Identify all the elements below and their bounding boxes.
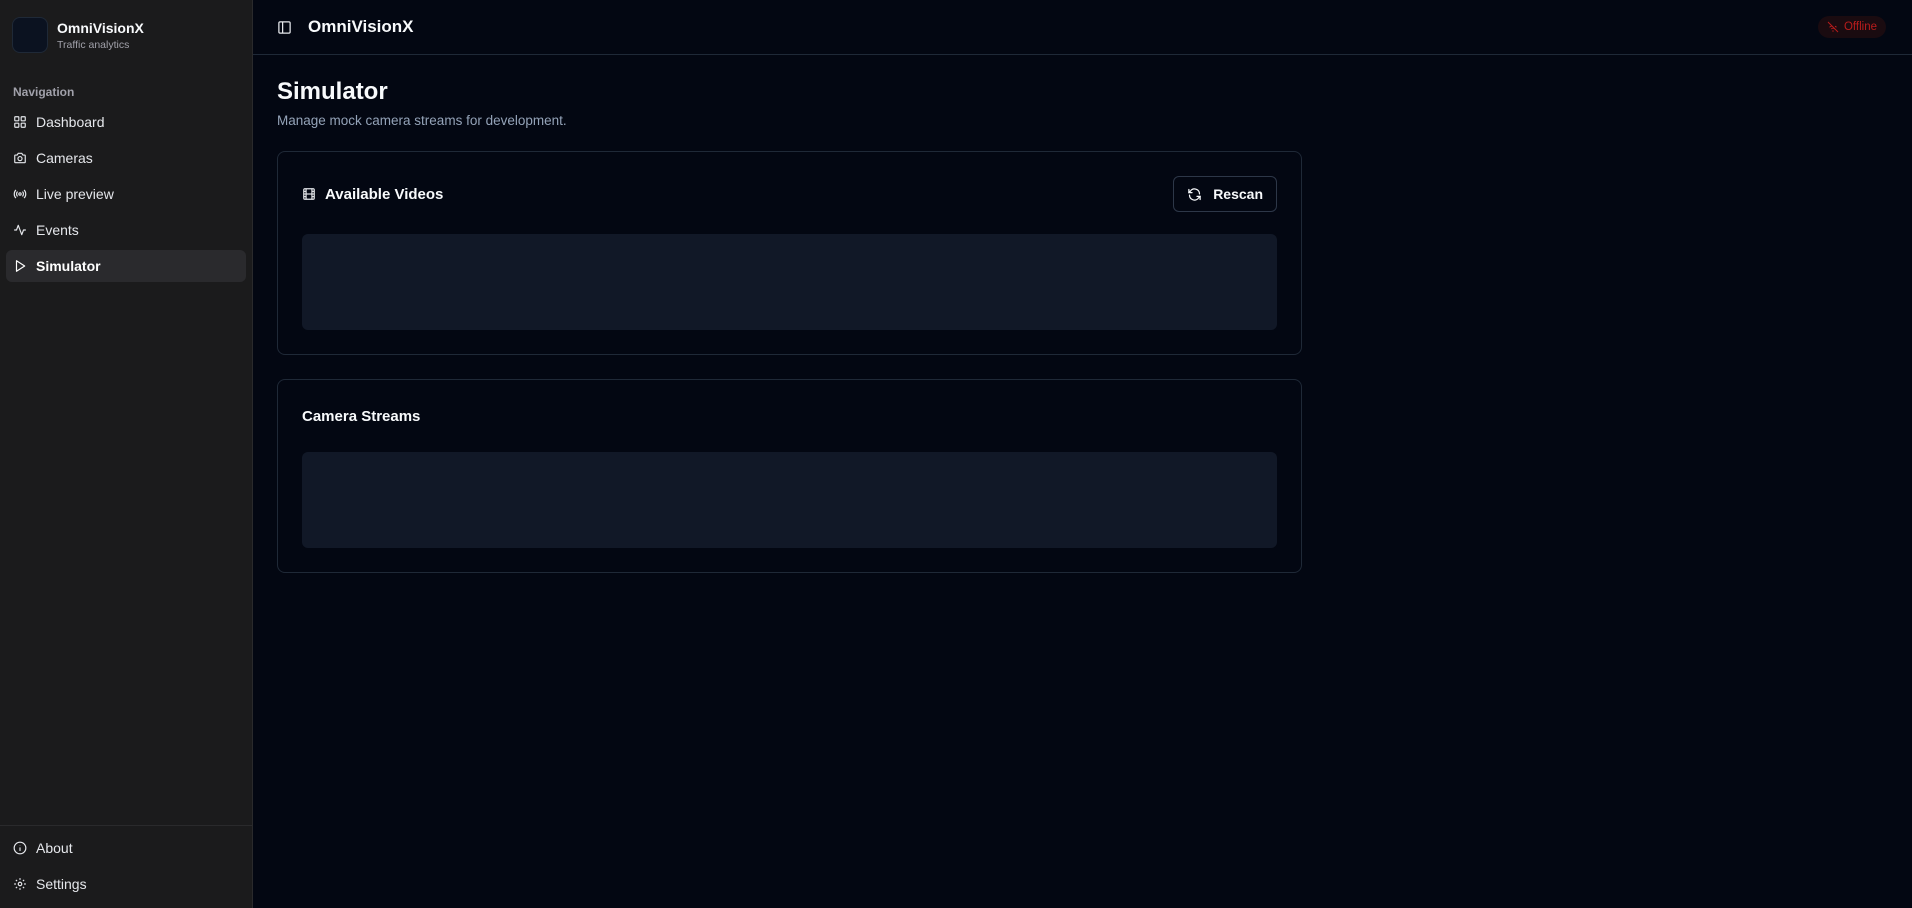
main-area: OmniVisionX Offline Simulator Manage moc… [253,0,1912,908]
sidebar-item-settings[interactable]: Settings [6,868,246,900]
brand-name: OmniVisionX [57,19,144,36]
sidebar-item-label: Live preview [36,186,114,202]
available-videos-card: Available Videos Rescan [277,151,1302,355]
sidebar-item-label: Dashboard [36,114,105,130]
panel-left-icon [277,20,292,35]
rescan-button[interactable]: Rescan [1173,176,1277,212]
page-title: Simulator [277,78,388,105]
status-text: Offline [1843,21,1877,33]
nav-heading: Navigation [13,85,75,99]
info-icon [13,841,27,855]
sidebar-toggle-button[interactable] [275,18,293,36]
refresh-icon [1187,187,1202,202]
sidebar-item-cameras[interactable]: Cameras [6,142,246,174]
brand-logo [12,17,48,53]
page-content: Simulator Manage mock camera streams for… [253,55,1912,573]
sidebar-item-label: Events [36,222,79,238]
status-badge: Offline [1817,16,1886,38]
sidebar-item-events[interactable]: Events [6,214,246,246]
play-icon [13,259,27,273]
sidebar-item-label: About [36,840,73,856]
sidebar-item-label: Simulator [36,258,101,274]
activity-icon [13,223,27,237]
sidebar-item-about[interactable]: About [6,832,246,864]
film-icon [302,187,316,201]
brand[interactable]: OmniVisionX Traffic analytics [0,0,252,56]
sidebar-item-dashboard[interactable]: Dashboard [6,106,246,138]
sidebar: OmniVisionX Traffic analytics Navigation… [0,0,253,908]
sidebar-item-live-preview[interactable]: Live preview [6,178,246,210]
grid-icon [13,115,27,129]
videos-loading-skeleton [302,234,1277,330]
streams-loading-skeleton [302,452,1277,548]
topbar-title: OmniVisionX [308,17,414,36]
sidebar-item-label: Cameras [36,150,93,166]
page-description: Manage mock camera streams for developme… [277,113,567,128]
camera-streams-card: Camera Streams [277,379,1302,573]
sidebar-item-label: Settings [36,876,87,892]
gear-icon [13,877,27,891]
broadcast-icon [13,187,27,201]
sidebar-item-simulator[interactable]: Simulator [6,250,246,282]
sidebar-nav: Dashboard Cameras Live preview Events Si… [0,106,252,286]
sidebar-footer: About Settings [0,825,252,908]
wifi-off-icon [1827,21,1839,33]
camera-icon [13,151,27,165]
app-root: OmniVisionX Traffic analytics Navigation… [0,0,1912,908]
topbar: OmniVisionX Offline [253,0,1912,55]
brand-subtitle: Traffic analytics [57,38,130,51]
card-title: Camera Streams [302,407,421,425]
card-title: Available Videos [302,186,443,203]
